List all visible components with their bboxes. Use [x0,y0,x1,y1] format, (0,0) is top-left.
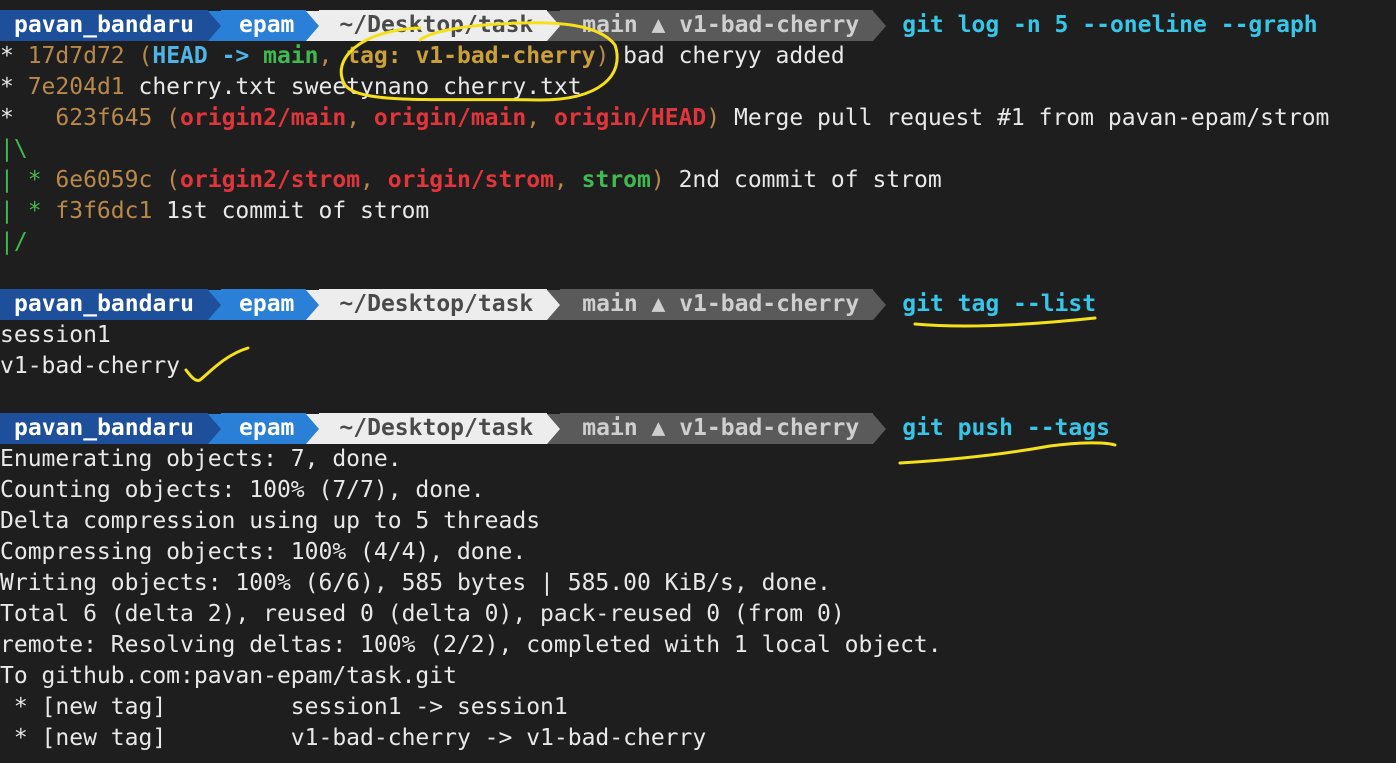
prompt-separator [306,289,320,320]
ref-sep: , [553,167,582,193]
command-text: git log -n 5 --oneline --graph [902,12,1318,38]
graph-symbol: | * [0,167,56,193]
output-line: Enumerating objects: 7, done. [0,446,402,472]
ref-sep: , [346,105,374,131]
prompt-path: ~/Desktop/task [319,289,548,320]
prompt-separator [208,289,222,320]
prompt-line: pavan_bandaru epam ~/Desktop/task main ▲ v1… [0,10,1396,41]
prompt-separator [208,10,222,41]
remote-ref: origin/HEAD [553,105,707,131]
prompt-branch: main ▲ v1-bad-cherry [560,289,874,320]
commit-hash: 7e204d1 [27,74,125,100]
branch-ref: main [263,43,319,69]
commit-hash: 623f645 [55,105,153,131]
output-line: Counting objects: 100% (7/7), done. [0,477,485,503]
commit-message: 2nd commit of strom [664,167,942,193]
log-line: * 7e204d1 cherry.txt sweetynano cherry.t… [0,72,1396,103]
log-line: | * f3f6dc1 1st commit of strom [0,196,1396,227]
prompt-user: pavan_bandaru [0,289,209,320]
ref-paren: ) [595,43,610,69]
prompt-user: pavan_bandaru [0,10,209,41]
commit-hash: f3f6dc1 [55,198,153,224]
log-line: | * 6e6059c (origin2/strom, origin/strom… [0,165,1396,196]
output-line: * [new tag] session1 -> session1 [0,694,568,720]
prompt-path: ~/Desktop/task [319,413,548,444]
ref-paren: ) [650,167,665,193]
prompt-host: epam [221,413,307,444]
output-line: Writing objects: 100% (6/6), 585 bytes |… [0,570,831,596]
prompt-separator [547,10,561,41]
commit-message: 1st commit of strom [152,198,430,224]
terminal[interactable]: pavan_bandaru epam ~/Desktop/task main ▲ v1… [0,10,1396,754]
remote-ref: origin/strom [387,167,554,193]
ref-paren: ) [706,105,721,131]
graph-symbol: * [0,105,56,131]
graph-symbol: | * [0,198,56,224]
output-line: session1 [0,322,111,348]
ref-sep: , [360,167,388,193]
ref-paren: ( [152,105,181,131]
prompt-line: pavan_bandaru epam ~/Desktop/task main ▲ v1… [0,413,1396,444]
remote-ref: origin/main [373,105,527,131]
commit-message: bad cheryy added [609,43,845,69]
prompt-separator [873,289,887,320]
prompt-separator [306,413,320,444]
commit-message: Merge pull request #1 from pavan-epam/st… [720,105,1330,131]
output-line: remote: Resolving deltas: 100% (2/2), co… [0,632,942,658]
prompt-path: ~/Desktop/task [319,10,548,41]
output-line: v1-bad-cherry [0,353,181,379]
prompt-line: pavan_bandaru epam ~/Desktop/task main ▲ v1… [0,289,1396,320]
log-line: * 623f645 (origin2/main, origin/main, or… [0,103,1396,134]
commit-hash: 17d7d72 [27,43,125,69]
remote-ref: origin2/strom [180,167,361,193]
graph-line: |\ [0,136,28,162]
output-line: * [new tag] v1-bad-cherry -> v1-bad-cher… [0,725,707,751]
prompt-separator [873,413,887,444]
commit-message: cherry.txt sweetynano cherry.txt [124,74,582,100]
prompt-host: epam [221,289,307,320]
ref-paren: ( [152,167,181,193]
ref-sep: , [318,43,347,69]
graph-line: |/ [0,229,28,255]
prompt-user: pavan_bandaru [0,413,209,444]
output-line: To github.com:pavan-epam/task.git [0,663,457,689]
branch-ref: strom [581,167,651,193]
prompt-host: epam [221,10,307,41]
graph-symbol: * [0,43,28,69]
prompt-separator [306,10,320,41]
ref-sep: , [526,105,554,131]
command-text: git push --tags [902,415,1110,441]
prompt-separator [547,413,561,444]
remote-ref: origin2/main [180,105,347,131]
output-line: Compressing objects: 100% (4/4), done. [0,539,527,565]
log-line: * 17d7d72 (HEAD -> main, tag: v1-bad-che… [0,41,1396,72]
prompt-separator [547,289,561,320]
tag-ref: tag: v1-bad-cherry [346,43,596,69]
ref-paren: ( [124,43,153,69]
prompt-branch: main ▲ v1-bad-cherry [560,10,874,41]
prompt-separator [873,10,887,41]
head-ref: HEAD -> [152,43,264,69]
graph-symbol: * [0,74,28,100]
commit-hash: 6e6059c [55,167,153,193]
prompt-separator [208,413,222,444]
output-line: Delta compression using up to 5 threads [0,508,541,534]
prompt-branch: main ▲ v1-bad-cherry [560,413,874,444]
command-text: git tag --list [902,291,1097,317]
output-line: Total 6 (delta 2), reused 0 (delta 0), p… [0,601,845,627]
